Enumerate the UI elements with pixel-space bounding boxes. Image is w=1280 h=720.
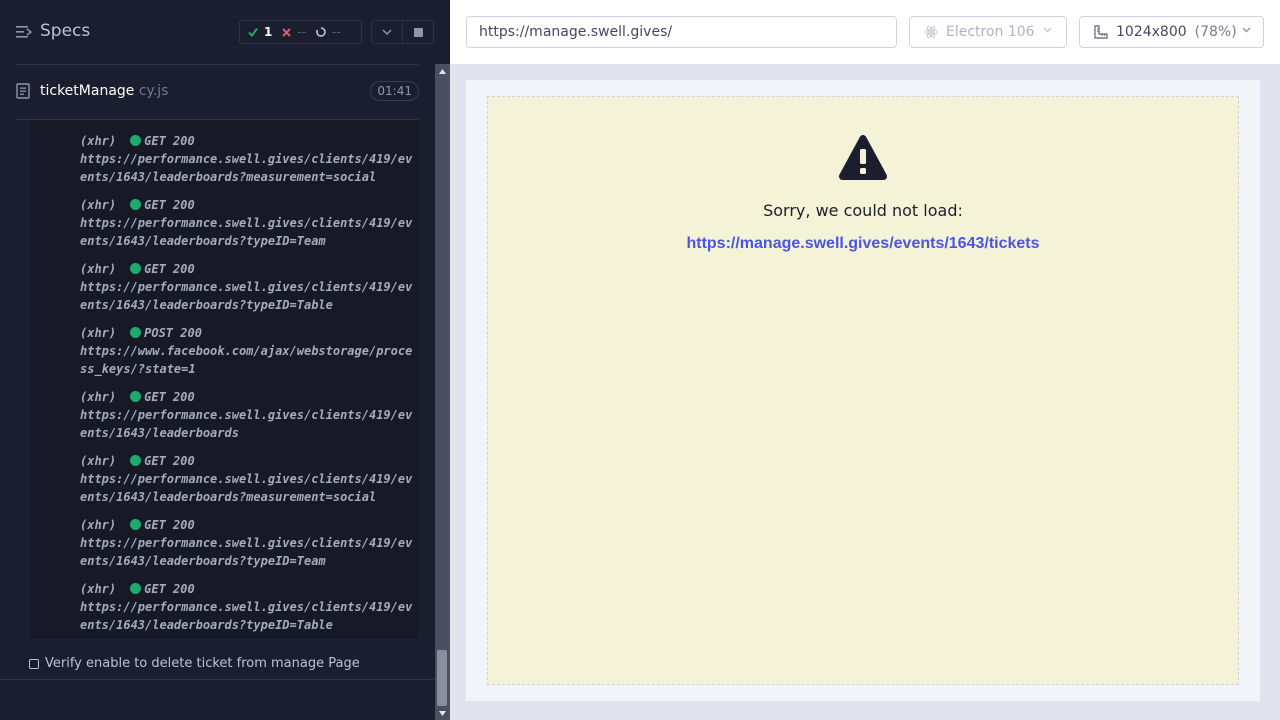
- scroll-up-button[interactable]: [435, 64, 450, 78]
- ruler-icon: [1094, 25, 1108, 39]
- command-log[interactable]: (xhr) GET 200 https://performance.swell.g…: [30, 120, 419, 638]
- status-dot-icon: [130, 391, 142, 402]
- load-error-box: Sorry, we could not load: https://manage…: [487, 96, 1239, 685]
- test-status-icon: [29, 658, 39, 669]
- log-url: https://performance.swell.gives/clients/…: [80, 536, 413, 568]
- log-method: GET 200: [144, 262, 195, 276]
- log-entry[interactable]: (xhr) GET 200 https://performance.swell.g…: [80, 388, 415, 442]
- log-kind: (xhr): [80, 326, 117, 340]
- log-url: https://performance.swell.gives/clients/…: [80, 216, 413, 248]
- specs-menu-icon: [16, 26, 32, 38]
- spec-file-name: ticketManage cy.js: [40, 83, 168, 99]
- spec-file-row[interactable]: ticketManage cy.js 01:41: [16, 78, 419, 106]
- test-title-row[interactable]: Verify enable to delete ticket from mana…: [29, 656, 360, 671]
- log-url: https://performance.swell.gives/clients/…: [80, 472, 413, 504]
- log-scrollbar[interactable]: [435, 64, 450, 720]
- x-icon: [282, 27, 292, 37]
- log-method: GET 200: [144, 134, 195, 148]
- log-url: https://performance.swell.gives/clients/…: [80, 280, 413, 312]
- app-under-test-panel: https://manage.swell.gives/ Electron 106…: [450, 0, 1280, 720]
- failed-url-link[interactable]: https://manage.swell.gives/events/1643/t…: [488, 235, 1238, 253]
- failed-stat: --: [282, 25, 306, 39]
- passed-stat: 1: [248, 25, 272, 39]
- scrollbar-thumb[interactable]: [437, 650, 447, 706]
- triangle-down-icon: [439, 710, 446, 716]
- log-url: https://performance.swell.gives/clients/…: [80, 408, 413, 440]
- spec-file-basename: ticketManage: [40, 83, 135, 99]
- log-kind: (xhr): [80, 262, 117, 276]
- stop-button[interactable]: [402, 21, 433, 43]
- viewport-size: 1024x800: [1116, 24, 1187, 40]
- log-url: https://www.facebook.com/ajax/webstorage…: [80, 344, 413, 376]
- log-method: GET 200: [144, 582, 195, 596]
- stop-icon: [413, 27, 423, 37]
- status-dot-icon: [130, 199, 142, 210]
- log-entry[interactable]: (xhr) GET 200 https://performance.swell.g…: [80, 260, 415, 314]
- chevron-down-icon: [1242, 27, 1251, 33]
- aut-iframe: Sorry, we could not load: https://manage…: [466, 80, 1260, 701]
- chevron-down-icon: [382, 29, 392, 35]
- log-kind: (xhr): [80, 134, 117, 148]
- log-method: POST 200: [144, 326, 202, 340]
- failed-count: --: [297, 25, 307, 39]
- log-method: GET 200: [144, 518, 195, 532]
- warning-icon: [839, 135, 887, 180]
- spec-duration: 01:41: [370, 81, 419, 101]
- error-message: Sorry, we could not load:: [763, 201, 963, 220]
- expand-button[interactable]: [372, 21, 402, 43]
- specs-title: Specs: [40, 21, 91, 41]
- log-entry[interactable]: (xhr) GET 200 https://performance.swell.g…: [80, 580, 415, 634]
- log-kind: (xhr): [80, 390, 117, 404]
- check-icon: [248, 27, 258, 37]
- bottom-divider: [0, 679, 435, 680]
- log-entry[interactable]: (xhr) GET 200 https://performance.swell.g…: [80, 452, 415, 506]
- header-divider: [16, 64, 419, 65]
- viewport-scale: (78%): [1194, 24, 1237, 40]
- viewport-selector[interactable]: 1024x800 (78%): [1079, 16, 1264, 48]
- log-kind: (xhr): [80, 518, 117, 532]
- reporter-panel: Specs 1 -- -- ticketManage cy.js 01:41 (…: [0, 0, 450, 720]
- log-method: GET 200: [144, 198, 195, 212]
- aut-url-field[interactable]: https://manage.swell.gives/: [466, 16, 897, 48]
- status-dot-icon: [130, 519, 142, 530]
- chevron-down-icon: [1043, 27, 1052, 33]
- status-dot-icon: [130, 135, 142, 146]
- browser-selector[interactable]: Electron 106: [909, 16, 1067, 48]
- log-kind: (xhr): [80, 198, 117, 212]
- log-url: https://performance.swell.gives/clients/…: [80, 152, 413, 184]
- spinner-icon: [316, 27, 326, 37]
- status-dot-icon: [130, 583, 142, 594]
- document-icon: [16, 83, 30, 99]
- aut-header: https://manage.swell.gives/ Electron 106…: [450, 0, 1280, 64]
- test-title: Verify enable to delete ticket from mana…: [45, 656, 360, 671]
- log-kind: (xhr): [80, 454, 117, 468]
- pending-stat: --: [316, 25, 341, 39]
- log-entry[interactable]: (xhr) GET 200 https://performance.swell.g…: [80, 196, 415, 250]
- passed-count: 1: [264, 25, 273, 39]
- status-dot-icon: [130, 263, 142, 274]
- status-dot-icon: [130, 327, 142, 338]
- triangle-up-icon: [439, 68, 446, 74]
- pending-count: --: [332, 25, 341, 39]
- test-stats: 1 -- --: [239, 20, 362, 44]
- scroll-down-button[interactable]: [435, 706, 450, 720]
- run-controls: [371, 20, 434, 44]
- log-entry[interactable]: (xhr) POST 200 https://www.facebook.com/a…: [80, 324, 415, 378]
- spec-file-extension: cy.js: [134, 83, 169, 99]
- status-dot-icon: [130, 455, 142, 466]
- electron-icon: [924, 26, 938, 38]
- log-entry[interactable]: (xhr) GET 200 https://performance.swell.g…: [80, 132, 415, 186]
- specs-header: Specs 1 -- --: [0, 0, 435, 64]
- log-method: GET 200: [144, 454, 195, 468]
- log-kind: (xhr): [80, 582, 117, 596]
- browser-label: Electron 106: [946, 24, 1035, 40]
- log-url: https://performance.swell.gives/clients/…: [80, 600, 413, 632]
- log-entry[interactable]: (xhr) GET 200 https://performance.swell.g…: [80, 516, 415, 570]
- log-method: GET 200: [144, 390, 195, 404]
- specs-list-toggle[interactable]: [16, 22, 40, 42]
